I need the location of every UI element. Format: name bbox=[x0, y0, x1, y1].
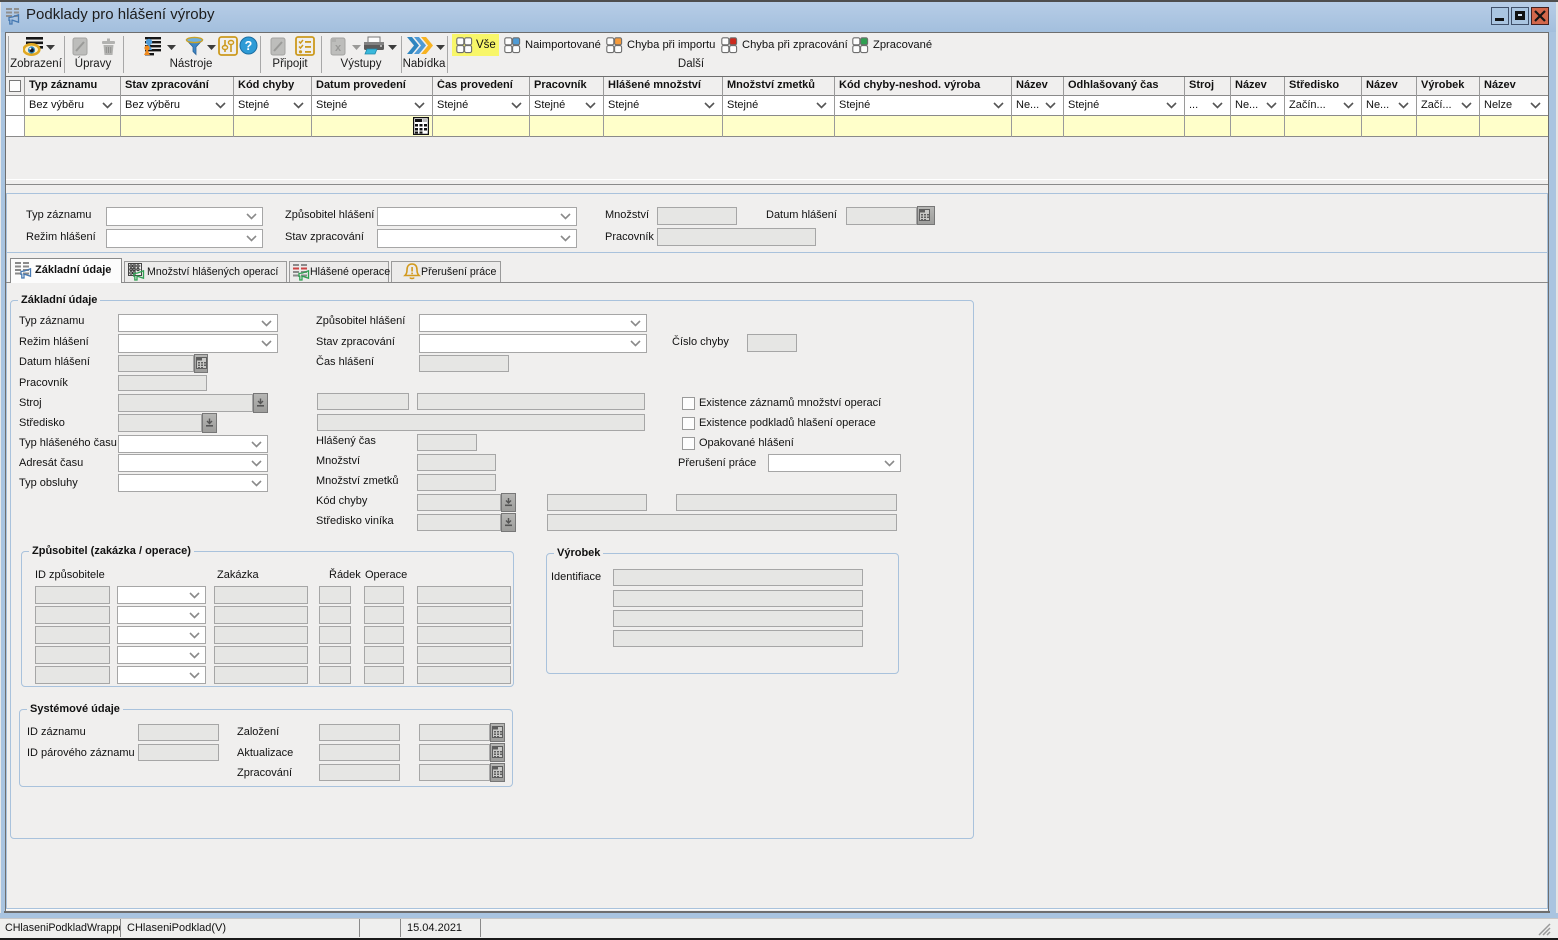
svg-text:x: x bbox=[335, 42, 342, 54]
svg-text:?: ? bbox=[245, 39, 253, 53]
